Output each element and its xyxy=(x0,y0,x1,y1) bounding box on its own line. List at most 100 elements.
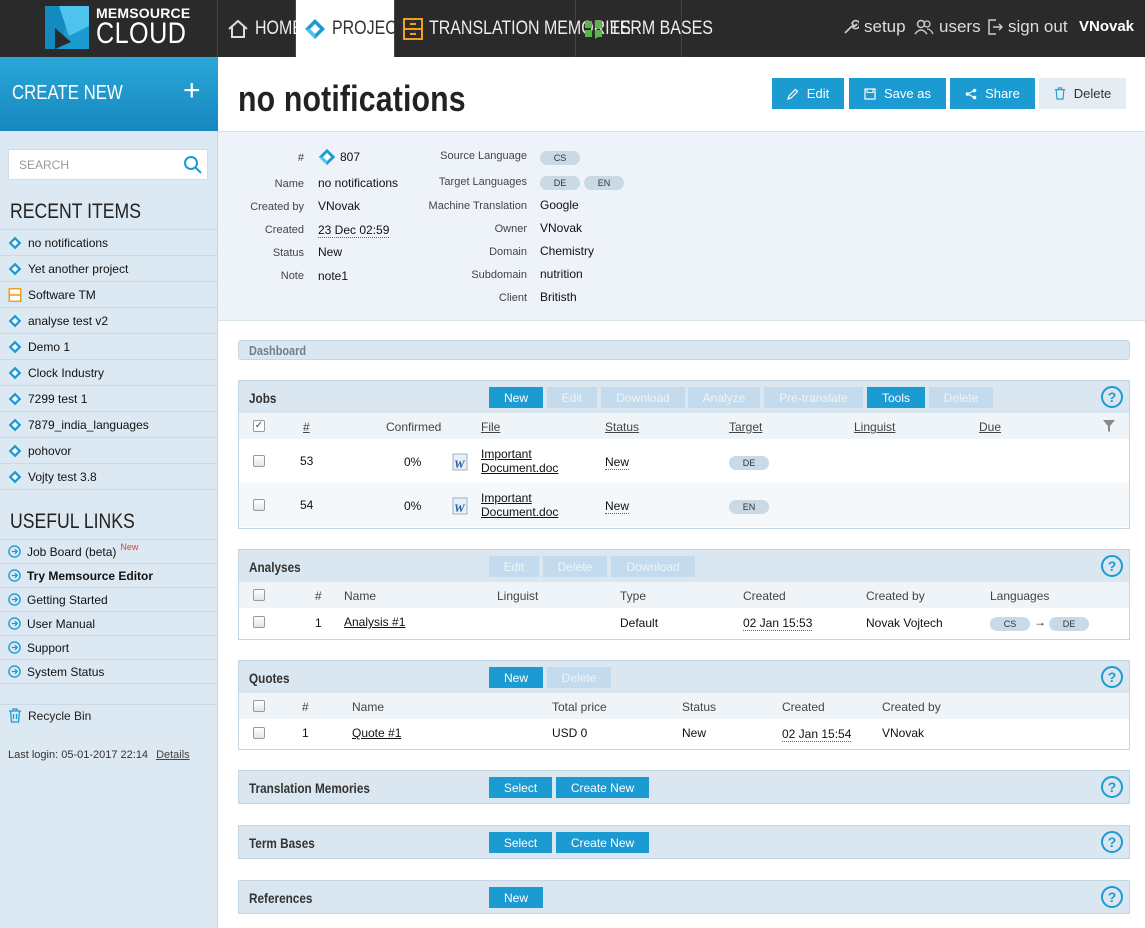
recent-item[interactable]: no notifications xyxy=(0,229,217,255)
memsource-logo[interactable]: MEMSOURCE CLOUD xyxy=(0,0,218,57)
jobs-tools-button[interactable]: Tools xyxy=(867,387,925,408)
new-badge: New xyxy=(120,541,139,552)
quotes-delete-button[interactable]: Delete xyxy=(547,667,611,688)
link-getting-started[interactable]: Getting Started xyxy=(0,587,217,611)
analyses-table-header: # Name Linguist Type Created Created by … xyxy=(239,582,1129,608)
user-name[interactable]: VNovak xyxy=(1079,18,1134,35)
analyses-delete-button[interactable]: Delete xyxy=(543,556,607,577)
create-new-label: CREATE NEW xyxy=(12,82,123,104)
table-row[interactable]: 53 0% W Important Document.doc New DE xyxy=(239,439,1129,483)
link-job-board[interactable]: Job Board (beta) New xyxy=(0,539,217,563)
job-file-line1[interactable]: Important xyxy=(481,491,532,505)
col-due[interactable]: Due xyxy=(979,420,1001,434)
help-icon[interactable]: ? xyxy=(1101,776,1123,798)
tm-create-new-button[interactable]: Create New xyxy=(556,777,649,798)
nav-term-bases[interactable]: TERM BASES xyxy=(576,0,713,57)
link-label: Support xyxy=(27,640,70,655)
col-num: # xyxy=(315,589,322,603)
setup-link[interactable]: setup xyxy=(843,17,906,37)
recent-items-heading: RECENT ITEMS xyxy=(10,200,142,223)
target-languages-label: Target Languages xyxy=(438,176,527,188)
col-languages: Languages xyxy=(990,589,1050,603)
jobs-analyze-button[interactable]: Analyze xyxy=(688,387,760,408)
analyses-download-button[interactable]: Download xyxy=(611,556,695,577)
job-status[interactable]: New xyxy=(605,499,630,514)
col-confirmed[interactable]: Confirmed xyxy=(386,420,441,434)
table-row[interactable]: 54 0% W Important Document.doc New EN xyxy=(239,483,1129,527)
id-label: # xyxy=(297,152,304,164)
nav-projects[interactable]: PROJECTS xyxy=(296,0,417,57)
analyses-panel: Analyses Edit Delete Download ? # Name L… xyxy=(238,549,1130,640)
jobs-pretranslate-button[interactable]: Pre-translate xyxy=(764,387,863,408)
help-icon[interactable]: ? xyxy=(1101,831,1123,853)
job-file-line1[interactable]: Important xyxy=(481,447,532,461)
col-status[interactable]: Status xyxy=(605,420,639,434)
search-input[interactable] xyxy=(9,150,169,179)
link-user-manual[interactable]: User Manual xyxy=(0,611,217,635)
recent-item[interactable]: 7299 test 1 xyxy=(0,385,217,411)
create-new-button[interactable]: CREATE NEW + xyxy=(0,57,218,131)
recycle-bin-label: Recycle Bin xyxy=(28,708,92,723)
tb-create-new-button[interactable]: Create New xyxy=(556,832,649,853)
edit-button[interactable]: Edit xyxy=(772,78,844,109)
recycle-bin-link[interactable]: Recycle Bin xyxy=(8,708,91,723)
recent-item[interactable]: Demo 1 xyxy=(0,333,217,359)
delete-button[interactable]: Delete xyxy=(1039,78,1126,109)
nav-translation-memories[interactable]: TRANSLATION MEMORIES xyxy=(395,0,631,57)
recent-item-label: Yet another project xyxy=(28,261,129,276)
recent-item[interactable]: Yet another project xyxy=(0,255,217,281)
recent-item[interactable]: analyse test v2 xyxy=(0,307,217,333)
details-link[interactable]: Details xyxy=(156,749,190,761)
col-linguist[interactable]: Linguist xyxy=(854,420,895,434)
jobs-edit-button[interactable]: Edit xyxy=(547,387,597,408)
analyses-edit-button[interactable]: Edit xyxy=(489,556,539,577)
useful-links-list: Job Board (beta) New Try Memsource Editor… xyxy=(0,539,217,684)
job-file-line2[interactable]: Document.doc xyxy=(481,461,558,475)
job-num: 53 xyxy=(300,454,314,468)
link-memsource-editor[interactable]: Try Memsource Editor xyxy=(0,563,217,587)
dashboard-bar[interactable]: Dashboard xyxy=(238,340,1130,360)
help-icon[interactable]: ? xyxy=(1101,666,1123,688)
analysis-created: 02 Jan 15:53 xyxy=(743,616,813,631)
filter-icon[interactable] xyxy=(1103,420,1115,435)
nav-home[interactable]: HOME xyxy=(219,0,303,57)
users-link[interactable]: users xyxy=(914,17,981,37)
jobs-new-button[interactable]: New xyxy=(489,387,543,408)
recent-item[interactable]: Clock Industry xyxy=(0,359,217,385)
help-icon[interactable]: ? xyxy=(1101,886,1123,908)
quotes-new-button[interactable]: New xyxy=(489,667,543,688)
svg-text:W: W xyxy=(454,501,466,515)
col-file[interactable]: File xyxy=(481,420,500,434)
quote-created: 02 Jan 15:54 xyxy=(782,727,852,742)
jobs-delete-button[interactable]: Delete xyxy=(929,387,993,408)
tm-select-button[interactable]: Select xyxy=(489,777,552,798)
sign-out-label: sign out xyxy=(1008,17,1068,36)
help-icon[interactable]: ? xyxy=(1101,386,1123,408)
col-num[interactable]: # xyxy=(303,420,310,434)
references-new-button[interactable]: New xyxy=(489,887,543,908)
link-support[interactable]: Support xyxy=(0,635,217,659)
pencil-icon xyxy=(786,88,799,100)
save-as-button[interactable]: Save as xyxy=(849,78,946,109)
recent-item[interactable]: Vojty test 3.8 xyxy=(0,463,217,489)
tb-select-button[interactable]: Select xyxy=(489,832,552,853)
recent-item[interactable]: pohovor xyxy=(0,437,217,463)
col-name: Name xyxy=(352,700,385,714)
col-status: Status xyxy=(682,700,717,714)
search-icon[interactable] xyxy=(183,155,203,175)
table-row[interactable]: 1 Analysis #1 Default 02 Jan 15:53 Novak… xyxy=(239,608,1129,638)
share-button[interactable]: Share xyxy=(950,78,1035,109)
page-title: no notifications xyxy=(238,78,466,119)
job-status[interactable]: New xyxy=(605,455,630,470)
job-file-line2[interactable]: Document.doc xyxy=(481,505,558,519)
help-icon[interactable]: ? xyxy=(1101,555,1123,577)
link-system-status[interactable]: System Status xyxy=(0,659,217,683)
quote-name[interactable]: Quote #1 xyxy=(352,726,401,740)
recent-item[interactable]: Software TM xyxy=(0,281,217,307)
recent-item[interactable]: 7879_india_languages xyxy=(0,411,217,437)
sign-out-link[interactable]: sign out xyxy=(987,17,1068,37)
col-target[interactable]: Target xyxy=(729,420,762,434)
analysis-name[interactable]: Analysis #1 xyxy=(344,615,405,629)
table-row[interactable]: 1 Quote #1 USD 0 New 02 Jan 15:54 VNovak xyxy=(239,719,1129,749)
jobs-download-button[interactable]: Download xyxy=(601,387,685,408)
